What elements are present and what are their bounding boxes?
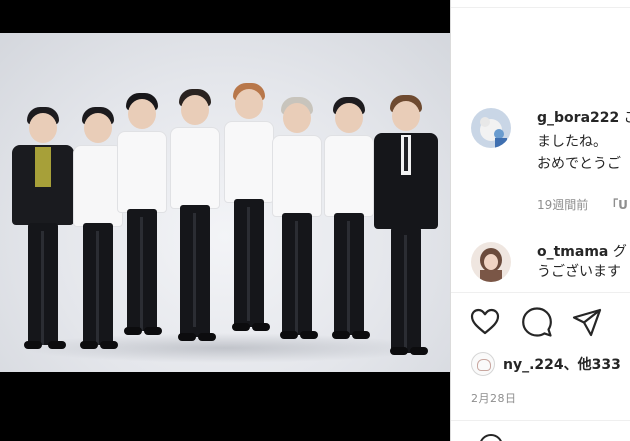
post-side-panel: g_bora222 ご ましたね。 おめでとうご 19週間前 「U o_tmam… (450, 0, 630, 441)
post-photo[interactable] (0, 33, 450, 372)
commenter-avatar[interactable] (471, 242, 511, 282)
liker-avatar[interactable] (471, 352, 495, 376)
comment-text-line: うございます (537, 264, 621, 280)
paper-plane-icon[interactable] (571, 306, 603, 338)
photo-person (164, 87, 226, 347)
emoji-icon[interactable] (479, 434, 503, 441)
comment-username[interactable]: o_tmama (537, 244, 608, 260)
likes-text[interactable]: ny_.224、他333 (503, 357, 621, 373)
photo-person (368, 93, 444, 363)
comment-text-line: おめでとうご (537, 156, 621, 172)
comment-meta: 19週間前 「U (537, 196, 628, 213)
comment-username[interactable]: g_bora222 (537, 110, 619, 126)
comment-bubble-icon[interactable] (521, 306, 553, 338)
comment-body: g_bora222 ご (537, 108, 630, 128)
comment-text-line: ましたね。 (537, 134, 607, 150)
comment-text-fragment: ご (624, 110, 630, 126)
comment-text-fragment: グ (612, 244, 627, 260)
reply-button[interactable]: 「U (606, 198, 628, 212)
post-date[interactable]: 2月28日 (471, 390, 517, 406)
divider (451, 292, 630, 293)
likes-summary[interactable]: ny_.224、他333 (471, 352, 621, 376)
heart-icon[interactable] (469, 306, 501, 338)
divider (451, 420, 630, 421)
commenter-avatar[interactable] (471, 108, 511, 148)
post-media-viewer[interactable] (0, 0, 450, 441)
comment-timestamp[interactable]: 19週間前 (537, 198, 588, 212)
divider (451, 7, 630, 8)
photo-person (112, 91, 172, 341)
comment-body: o_tmama グ (537, 242, 627, 262)
